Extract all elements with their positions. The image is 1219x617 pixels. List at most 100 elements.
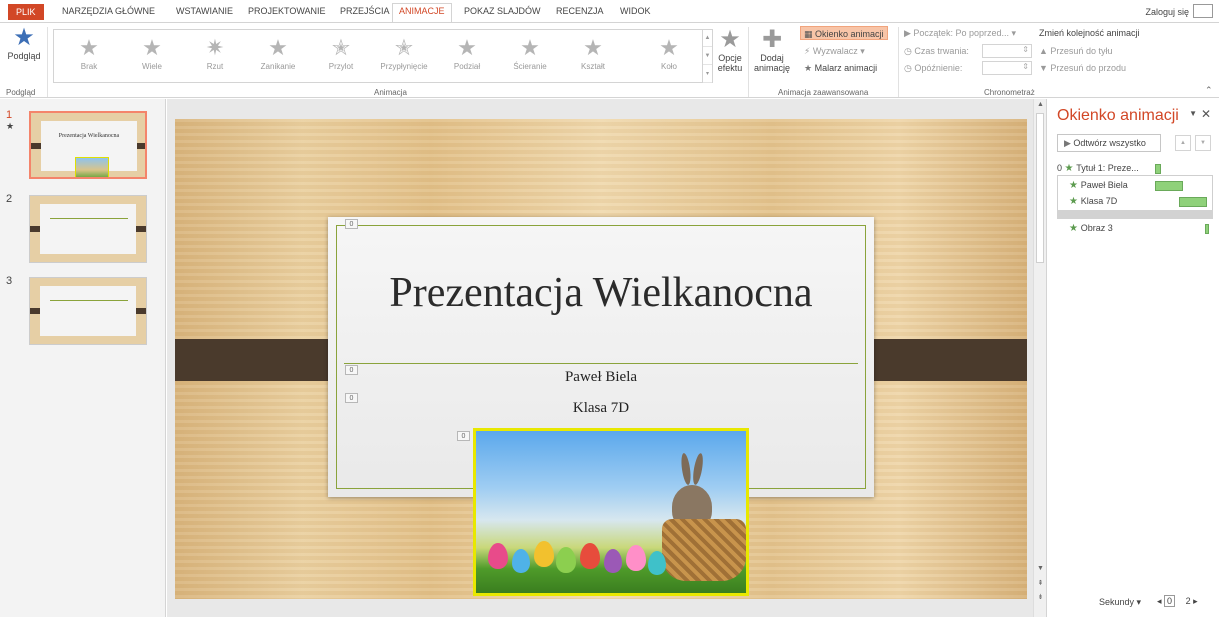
animation-painter-button[interactable]: ★ Malarz animacji <box>804 61 877 75</box>
scroll-thumb[interactable] <box>1036 113 1044 263</box>
tab-home[interactable]: NARZĘDZIA GŁÓWNE <box>62 4 155 20</box>
animation-label: Brak <box>80 62 98 71</box>
entry-index: 0 <box>1057 163 1063 173</box>
gallery-more-icon[interactable]: ▾ <box>703 65 712 83</box>
animation-shape[interactable]: ★ Kształt <box>562 36 624 80</box>
animation-entry-author[interactable]: ★ Paweł Biela <box>1069 178 1219 193</box>
gallery-scroll[interactable]: ▲ ▼ ▾ <box>702 29 712 83</box>
move-earlier-button[interactable]: ▲ Przesuń do tyłu <box>1039 44 1112 58</box>
gallery-down-icon[interactable]: ▼ <box>703 47 712 65</box>
collapse-ribbon-icon[interactable]: ⌃ <box>1205 83 1213 97</box>
scroll-up-icon[interactable]: ▲ <box>1036 101 1045 108</box>
slide-number: 1 <box>6 109 13 121</box>
delay-label: ◷ Opóźnienie: <box>904 61 962 75</box>
add-animation-button[interactable]: ✚ Dodaj animację <box>752 27 792 74</box>
slide-subtitle-author[interactable]: Paweł Biela <box>328 369 874 386</box>
duration-input[interactable]: ⇕ <box>982 44 1032 58</box>
animation-none[interactable]: ★ Brak <box>58 36 120 80</box>
slide-thumbnail-1[interactable]: Prezentacja Wielkanocna <box>29 111 147 179</box>
editor-scrollbar[interactable]: ▲ ▼ ⇞ ⇟ <box>1033 99 1046 617</box>
animation-entry-class[interactable]: ★ Klasa 7D <box>1069 194 1219 209</box>
effect-options-button[interactable]: ★ Opcje efektu <box>716 26 744 74</box>
tab-review[interactable]: RECENZJA <box>556 4 604 20</box>
scroll-down-icon[interactable]: ▼ <box>1036 565 1045 572</box>
scroll-right-icon[interactable]: ▸ <box>1191 596 1198 606</box>
animation-multiple[interactable]: ★ Wiele <box>121 36 183 80</box>
star-icon: ★ <box>719 26 741 53</box>
tab-animations[interactable]: ANIMACJE <box>392 3 452 23</box>
star-icon: ✭ <box>331 35 351 60</box>
left-band <box>175 339 353 381</box>
duration-label: ◷ Czas trwania: <box>904 44 969 58</box>
move-up-icon[interactable]: ▲ <box>1175 135 1191 151</box>
animation-appear[interactable]: ✷ Rzut <box>184 36 246 80</box>
tab-slideshow[interactable]: POKAZ SLAJDÓW <box>464 4 541 20</box>
entry-name: Paweł Biela <box>1080 180 1128 190</box>
bunny-ear <box>691 452 705 486</box>
animation-painter-label: Malarz animacji <box>814 63 878 73</box>
easter-bunny-photo[interactable] <box>473 428 749 596</box>
thumb-picture <box>75 157 109 177</box>
star-icon: ★ <box>79 35 99 60</box>
previous-slide-icon[interactable]: ⇞ <box>1036 579 1045 587</box>
tab-view[interactable]: WIDOK <box>620 4 651 20</box>
thumb-title: Prezentacja Wielkanocna <box>58 133 120 139</box>
animation-gallery: ★ Brak ★ Wiele ✷ Rzut ★ Zanikanie ✭ Przylot ✭… <box>53 29 713 83</box>
divider <box>898 27 899 97</box>
slide-title[interactable]: Prezentacja Wielkanocna <box>328 269 874 317</box>
trigger-button[interactable]: ⚡ Wyzwalacz ▾ <box>804 44 865 58</box>
slide-thumbnail-2[interactable] <box>29 195 147 263</box>
timing-bar <box>1155 164 1161 174</box>
animation-wheel[interactable]: ★ Koło <box>638 36 700 80</box>
start-label: Początek: <box>913 28 953 38</box>
animation-wipe[interactable]: ★ Ścieranie <box>499 36 561 80</box>
group-collapse-bar[interactable] <box>1057 210 1213 219</box>
egg <box>626 545 646 571</box>
animation-split[interactable]: ★ Podział <box>436 36 498 80</box>
pane-options-icon[interactable]: ▼ <box>1189 109 1197 118</box>
next-slide-icon[interactable]: ⇟ <box>1036 593 1045 601</box>
slide-canvas[interactable]: Prezentacja Wielkanocna Paweł Biela Klas… <box>175 119 1027 599</box>
add-animation-label-line1: Dodaj <box>760 53 784 63</box>
tab-transitions[interactable]: PRZEJŚCIA <box>340 4 390 20</box>
thumb-line <box>50 300 128 301</box>
seconds-dropdown[interactable]: Sekundy ▾ <box>1099 597 1141 608</box>
timing-bar <box>1155 181 1183 191</box>
animation-entry-image[interactable]: ★ Obraz 3 <box>1069 221 1219 236</box>
delay-input[interactable]: ⇕ <box>982 61 1032 75</box>
scroll-left-icon[interactable]: ◂ <box>1157 596 1164 606</box>
animation-fly-in[interactable]: ✭ Przylot <box>310 36 372 80</box>
animation-label: Przypłynięcie <box>380 62 428 71</box>
star-icon: ★ <box>457 35 477 60</box>
move-later-button[interactable]: ▼ Przesuń do przodu <box>1039 61 1126 75</box>
slide-subtitle-class[interactable]: Klasa 7D <box>328 400 874 417</box>
star-icon: ★ <box>659 35 679 60</box>
seconds-label: Sekundy <box>1099 597 1135 607</box>
start-field[interactable]: ▶ Początek: Po poprzed... ▾ <box>904 26 1016 40</box>
sign-in-link[interactable]: Zaloguj się <box>1145 7 1189 17</box>
tab-insert[interactable]: WSTAWIANIE <box>176 4 233 20</box>
effect-options-label-line2: efektu <box>717 63 743 73</box>
animation-pane-icon: ▦ <box>804 29 816 39</box>
animation-entry-title[interactable]: 0 ★ Tytuł 1: Preze... <box>1057 161 1207 176</box>
chevron-down-icon: ▾ <box>857 46 865 56</box>
group-label-timing: Chronometraż <box>984 88 1035 97</box>
entry-name: Klasa 7D <box>1080 196 1118 206</box>
animation-float-in[interactable]: ✭ Przypłynięcie <box>373 36 435 80</box>
animation-fade[interactable]: ★ Zanikanie <box>247 36 309 80</box>
star-play-icon: ★ <box>13 24 35 51</box>
add-animation-label-line2: animację <box>753 63 791 73</box>
slide-thumbnail-3[interactable] <box>29 277 147 345</box>
slide-editor: Prezentacja Wielkanocna Paweł Biela Klas… <box>167 99 1033 617</box>
spinner-icon: ⇕ <box>1022 62 1029 71</box>
gallery-up-icon[interactable]: ▲ <box>703 29 712 47</box>
tab-design[interactable]: PROJEKTOWANIE <box>248 4 326 20</box>
avatar[interactable] <box>1193 4 1213 18</box>
close-icon[interactable]: ✕ <box>1201 107 1211 121</box>
move-down-icon[interactable]: ▼ <box>1195 135 1211 151</box>
animation-pane-button[interactable]: ▦ Okienko animacji <box>800 26 888 40</box>
egg <box>556 547 576 573</box>
preview-button[interactable]: ★ Podgląd <box>4 24 44 62</box>
tab-file[interactable]: PLIK <box>8 4 44 20</box>
play-all-button[interactable]: ▶ Odtwórz wszystko <box>1057 134 1161 152</box>
